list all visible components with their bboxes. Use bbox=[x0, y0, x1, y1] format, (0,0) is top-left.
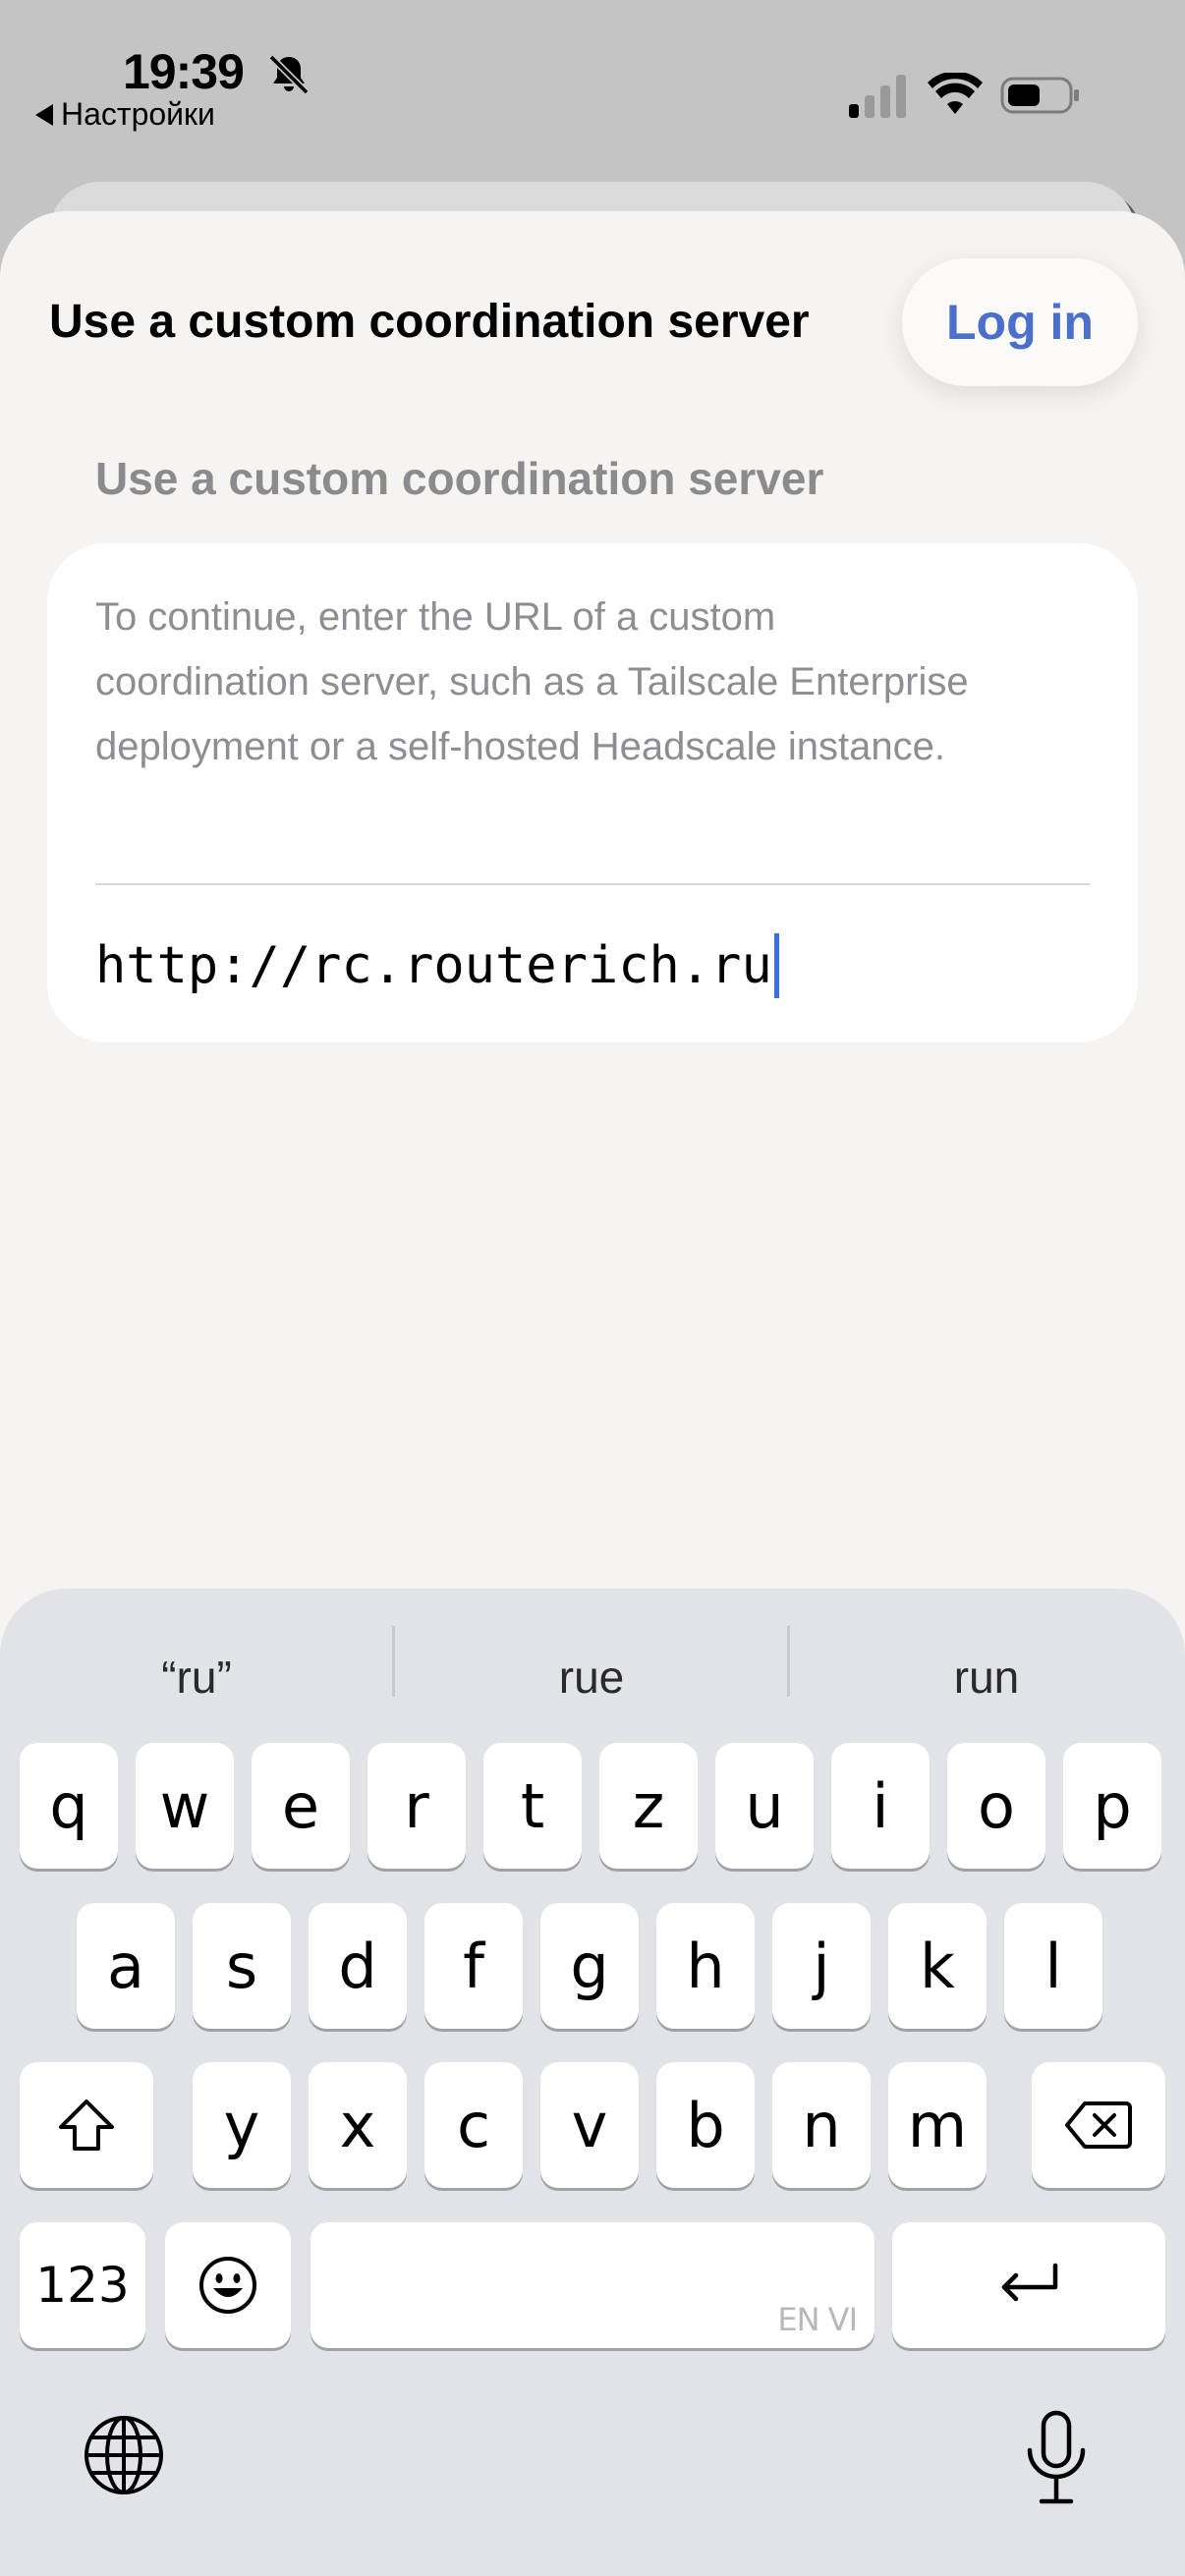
server-url-input[interactable]: http://rc.routerich.ru bbox=[95, 922, 1090, 1010]
server-url-value: http://rc.routerich.ru bbox=[95, 936, 772, 995]
bell-slash-icon bbox=[268, 54, 310, 95]
space-language-hint: EN VI bbox=[777, 2301, 858, 2338]
log-in-button[interactable]: Log in bbox=[902, 258, 1138, 386]
server-form-card: To continue, enter the URL of a custom c… bbox=[47, 543, 1138, 1042]
suggestion-2[interactable]: rue bbox=[395, 1628, 788, 1726]
key-p[interactable]: p bbox=[1063, 1743, 1161, 1869]
key-j[interactable]: j bbox=[772, 1903, 871, 2029]
backspace-key[interactable] bbox=[1032, 2062, 1165, 2188]
key-c[interactable]: c bbox=[424, 2062, 523, 2188]
key-b[interactable]: b bbox=[656, 2062, 755, 2188]
key-u[interactable]: u bbox=[715, 1743, 814, 1869]
emoji-icon bbox=[199, 2257, 256, 2314]
page-title: Use a custom coordination server bbox=[49, 296, 810, 348]
suggestion-3[interactable]: run bbox=[790, 1628, 1183, 1726]
key-z[interactable]: z bbox=[599, 1743, 698, 1869]
text-caret bbox=[773, 933, 779, 998]
key-w[interactable]: w bbox=[136, 1743, 234, 1869]
key-d[interactable]: d bbox=[309, 1903, 407, 2029]
form-description: To continue, enter the URL of a custom c… bbox=[95, 595, 969, 768]
status-bar: 19:39 Настройки bbox=[0, 0, 1185, 147]
key-m[interactable]: m bbox=[888, 2062, 987, 2188]
status-time: 19:39 bbox=[123, 44, 245, 99]
back-link-label: Настройки bbox=[61, 96, 215, 132]
wifi-icon bbox=[928, 73, 983, 114]
space-key[interactable]: EN VI bbox=[310, 2222, 875, 2348]
return-icon bbox=[1001, 2263, 1058, 2302]
key-l[interactable]: l bbox=[1004, 1903, 1102, 2029]
key-q[interactable]: q bbox=[20, 1743, 118, 1869]
key-r[interactable]: r bbox=[367, 1743, 466, 1869]
battery-icon bbox=[1000, 77, 1079, 114]
cellular-signal-icon bbox=[849, 75, 906, 118]
key-a[interactable]: a bbox=[77, 1903, 175, 2029]
back-triangle-icon bbox=[35, 103, 53, 126]
back-to-settings-link[interactable]: Настройки bbox=[35, 96, 215, 133]
keyboard: “ru” rue run q w e r t z u i o p a s d f… bbox=[0, 1589, 1185, 2576]
key-o[interactable]: o bbox=[947, 1743, 1045, 1869]
key-g[interactable]: g bbox=[540, 1903, 639, 2029]
globe-icon[interactable] bbox=[83, 2414, 165, 2496]
key-i[interactable]: i bbox=[831, 1743, 930, 1869]
key-y[interactable]: y bbox=[193, 2062, 291, 2188]
emoji-key[interactable] bbox=[165, 2222, 291, 2348]
key-s[interactable]: s bbox=[193, 1903, 291, 2029]
key-t[interactable]: t bbox=[483, 1743, 582, 1869]
return-key[interactable] bbox=[892, 2222, 1165, 2348]
key-f[interactable]: f bbox=[424, 1903, 523, 2029]
microphone-icon[interactable] bbox=[1022, 2409, 1091, 2507]
shift-icon bbox=[59, 2100, 114, 2151]
section-header: Use a custom coordination server bbox=[95, 453, 824, 504]
divider bbox=[95, 883, 1090, 885]
suggestion-1[interactable]: “ru” bbox=[0, 1628, 393, 1726]
numbers-key[interactable]: 123 bbox=[20, 2222, 145, 2348]
key-n[interactable]: n bbox=[772, 2062, 871, 2188]
key-x[interactable]: x bbox=[309, 2062, 407, 2188]
key-v[interactable]: v bbox=[540, 2062, 639, 2188]
key-h[interactable]: h bbox=[656, 1903, 755, 2029]
backspace-icon bbox=[1065, 2101, 1132, 2149]
shift-key[interactable] bbox=[20, 2062, 153, 2188]
key-k[interactable]: k bbox=[888, 1903, 987, 2029]
key-e[interactable]: e bbox=[252, 1743, 350, 1869]
